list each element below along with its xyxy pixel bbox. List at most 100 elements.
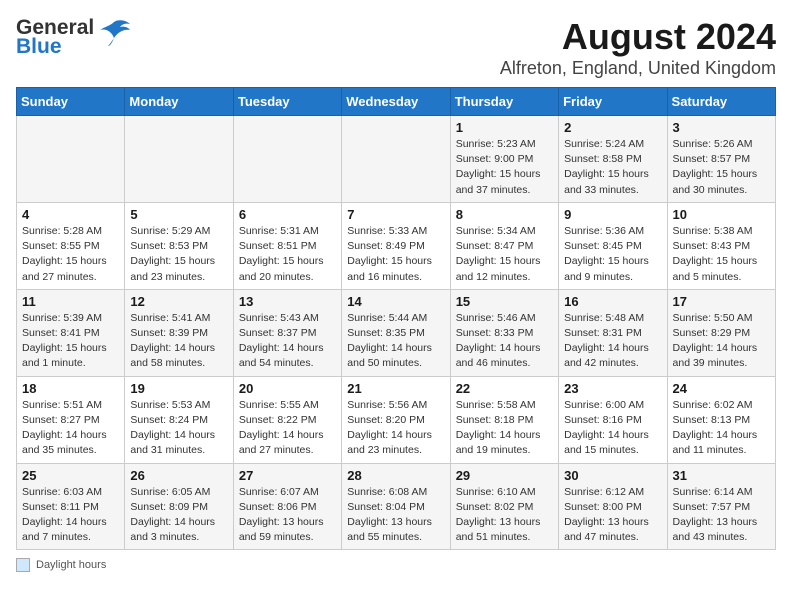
page-title: August 2024	[500, 16, 776, 58]
cell-date: 1	[456, 120, 553, 135]
cell-date: 14	[347, 294, 444, 309]
cell-info: Sunrise: 5:55 AM Sunset: 8:22 PM Dayligh…	[239, 398, 336, 459]
calendar-day-header: Wednesday	[342, 88, 450, 116]
calendar-cell: 4 Sunrise: 5:28 AM Sunset: 8:55 PM Daylig…	[17, 202, 125, 289]
calendar-cell: 2Sunrise: 5:24 AM Sunset: 8:58 PM Daylig…	[559, 116, 667, 203]
cell-info: Sunrise: 5:38 AM Sunset: 8:43 PM Dayligh…	[673, 224, 770, 285]
cell-info: Sunrise: 5:23 AM Sunset: 9:00 PM Dayligh…	[456, 137, 553, 198]
calendar-cell: 17 Sunrise: 5:50 AM Sunset: 8:29 PM Dayli…	[667, 289, 775, 376]
cell-date: 18	[22, 381, 119, 396]
cell-date: 25	[22, 468, 119, 483]
calendar-cell: 5 Sunrise: 5:29 AM Sunset: 8:53 PM Daylig…	[125, 202, 233, 289]
cell-info: Sunrise: 5:31 AM Sunset: 8:51 PM Dayligh…	[239, 224, 336, 285]
cell-info: Sunrise: 5:44 AM Sunset: 8:35 PM Dayligh…	[347, 311, 444, 372]
cell-date: 20	[239, 381, 336, 396]
cell-info: Sunrise: 5:39 AM Sunset: 8:41 PM Dayligh…	[22, 311, 119, 372]
cell-info: Sunrise: 6:07 AM Sunset: 8:06 PM Dayligh…	[239, 485, 336, 546]
cell-info: Sunrise: 5:36 AM Sunset: 8:45 PM Dayligh…	[564, 224, 661, 285]
cell-info: Sunrise: 6:00 AM Sunset: 8:16 PM Dayligh…	[564, 398, 661, 459]
cell-date: 16	[564, 294, 661, 309]
calendar-cell: 6 Sunrise: 5:31 AM Sunset: 8:51 PM Daylig…	[233, 202, 341, 289]
calendar-cell: 25Sunrise: 6:03 AM Sunset: 8:11 PM Dayli…	[17, 463, 125, 550]
calendar-cell: 3 Sunrise: 5:26 AM Sunset: 8:57 PM Daylig…	[667, 116, 775, 203]
cell-info: Sunrise: 6:14 AM Sunset: 7:57 PM Dayligh…	[673, 485, 770, 546]
calendar-cell: 11 Sunrise: 5:39 AM Sunset: 8:41 PM Dayli…	[17, 289, 125, 376]
logo-bird-icon	[96, 18, 132, 48]
daylight-legend-box	[16, 558, 30, 572]
calendar-cell: 19 Sunrise: 5:53 AM Sunset: 8:24 PM Dayli…	[125, 376, 233, 463]
cell-info: Sunrise: 5:28 AM Sunset: 8:55 PM Dayligh…	[22, 224, 119, 285]
cell-date: 26	[130, 468, 227, 483]
cell-info: Sunrise: 5:41 AM Sunset: 8:39 PM Dayligh…	[130, 311, 227, 372]
calendar-cell: 18 Sunrise: 5:51 AM Sunset: 8:27 PM Dayli…	[17, 376, 125, 463]
cell-date: 9	[564, 207, 661, 222]
cell-date: 24	[673, 381, 770, 396]
cell-date: 31	[673, 468, 770, 483]
calendar-cell: 23 Sunrise: 6:00 AM Sunset: 8:16 PM Dayli…	[559, 376, 667, 463]
calendar-day-header: Saturday	[667, 88, 775, 116]
cell-date: 23	[564, 381, 661, 396]
cell-info: Sunrise: 6:05 AM Sunset: 8:09 PM Dayligh…	[130, 485, 227, 546]
cell-date: 10	[673, 207, 770, 222]
logo: General Blue	[16, 16, 132, 58]
calendar-cell	[125, 116, 233, 203]
cell-date: 3	[673, 120, 770, 135]
calendar-cell: 22 Sunrise: 5:58 AM Sunset: 8:18 PM Dayli…	[450, 376, 558, 463]
calendar-day-header: Tuesday	[233, 88, 341, 116]
cell-info: Sunrise: 5:53 AM Sunset: 8:24 PM Dayligh…	[130, 398, 227, 459]
calendar-cell: 14 Sunrise: 5:44 AM Sunset: 8:35 PM Dayli…	[342, 289, 450, 376]
page-subtitle: Alfreton, England, United Kingdom	[500, 58, 776, 79]
calendar-cell: 24Sunrise: 6:02 AM Sunset: 8:13 PM Dayli…	[667, 376, 775, 463]
calendar-cell: 7 Sunrise: 5:33 AM Sunset: 8:49 PM Daylig…	[342, 202, 450, 289]
calendar-cell: 28 Sunrise: 6:08 AM Sunset: 8:04 PM Dayli…	[342, 463, 450, 550]
cell-date: 8	[456, 207, 553, 222]
calendar-cell	[233, 116, 341, 203]
calendar-week-row: 11 Sunrise: 5:39 AM Sunset: 8:41 PM Dayli…	[17, 289, 776, 376]
cell-date: 21	[347, 381, 444, 396]
cell-date: 13	[239, 294, 336, 309]
calendar-cell: 16 Sunrise: 5:48 AM Sunset: 8:31 PM Dayli…	[559, 289, 667, 376]
cell-info: Sunrise: 5:33 AM Sunset: 8:49 PM Dayligh…	[347, 224, 444, 285]
cell-date: 15	[456, 294, 553, 309]
calendar-day-header: Monday	[125, 88, 233, 116]
calendar-cell: 20 Sunrise: 5:55 AM Sunset: 8:22 PM Dayli…	[233, 376, 341, 463]
cell-info: Sunrise: 5:51 AM Sunset: 8:27 PM Dayligh…	[22, 398, 119, 459]
cell-info: Sunrise: 5:26 AM Sunset: 8:57 PM Dayligh…	[673, 137, 770, 198]
calendar-cell: 13Sunrise: 5:43 AM Sunset: 8:37 PM Dayli…	[233, 289, 341, 376]
cell-info: Sunrise: 5:50 AM Sunset: 8:29 PM Dayligh…	[673, 311, 770, 372]
cell-date: 7	[347, 207, 444, 222]
cell-date: 12	[130, 294, 227, 309]
calendar-cell: 8 Sunrise: 5:34 AM Sunset: 8:47 PM Daylig…	[450, 202, 558, 289]
cell-date: 30	[564, 468, 661, 483]
calendar-header-row: SundayMondayTuesdayWednesdayThursdayFrid…	[17, 88, 776, 116]
cell-date: 6	[239, 207, 336, 222]
cell-info: Sunrise: 5:46 AM Sunset: 8:33 PM Dayligh…	[456, 311, 553, 372]
cell-date: 17	[673, 294, 770, 309]
logo-blue-text: Blue	[16, 35, 94, 58]
calendar-cell: 9 Sunrise: 5:36 AM Sunset: 8:45 PM Daylig…	[559, 202, 667, 289]
calendar-cell	[17, 116, 125, 203]
cell-date: 29	[456, 468, 553, 483]
calendar-cell: 27 Sunrise: 6:07 AM Sunset: 8:06 PM Dayli…	[233, 463, 341, 550]
cell-date: 19	[130, 381, 227, 396]
calendar-week-row: 18 Sunrise: 5:51 AM Sunset: 8:27 PM Dayli…	[17, 376, 776, 463]
calendar-week-row: 25Sunrise: 6:03 AM Sunset: 8:11 PM Dayli…	[17, 463, 776, 550]
cell-date: 27	[239, 468, 336, 483]
cell-info: Sunrise: 5:48 AM Sunset: 8:31 PM Dayligh…	[564, 311, 661, 372]
calendar-cell: 12 Sunrise: 5:41 AM Sunset: 8:39 PM Dayli…	[125, 289, 233, 376]
cell-info: Sunrise: 5:56 AM Sunset: 8:20 PM Dayligh…	[347, 398, 444, 459]
cell-info: Sunrise: 6:08 AM Sunset: 8:04 PM Dayligh…	[347, 485, 444, 546]
cell-date: 4	[22, 207, 119, 222]
cell-date: 5	[130, 207, 227, 222]
cell-date: 28	[347, 468, 444, 483]
calendar-cell: 26 Sunrise: 6:05 AM Sunset: 8:09 PM Dayli…	[125, 463, 233, 550]
calendar-cell: 30Sunrise: 6:12 AM Sunset: 8:00 PM Dayli…	[559, 463, 667, 550]
cell-date: 11	[22, 294, 119, 309]
cell-info: Sunrise: 5:34 AM Sunset: 8:47 PM Dayligh…	[456, 224, 553, 285]
cell-date: 22	[456, 381, 553, 396]
cell-info: Sunrise: 5:58 AM Sunset: 8:18 PM Dayligh…	[456, 398, 553, 459]
calendar-cell	[342, 116, 450, 203]
calendar-cell: 1 Sunrise: 5:23 AM Sunset: 9:00 PM Daylig…	[450, 116, 558, 203]
cell-info: Sunrise: 5:29 AM Sunset: 8:53 PM Dayligh…	[130, 224, 227, 285]
cell-date: 2	[564, 120, 661, 135]
